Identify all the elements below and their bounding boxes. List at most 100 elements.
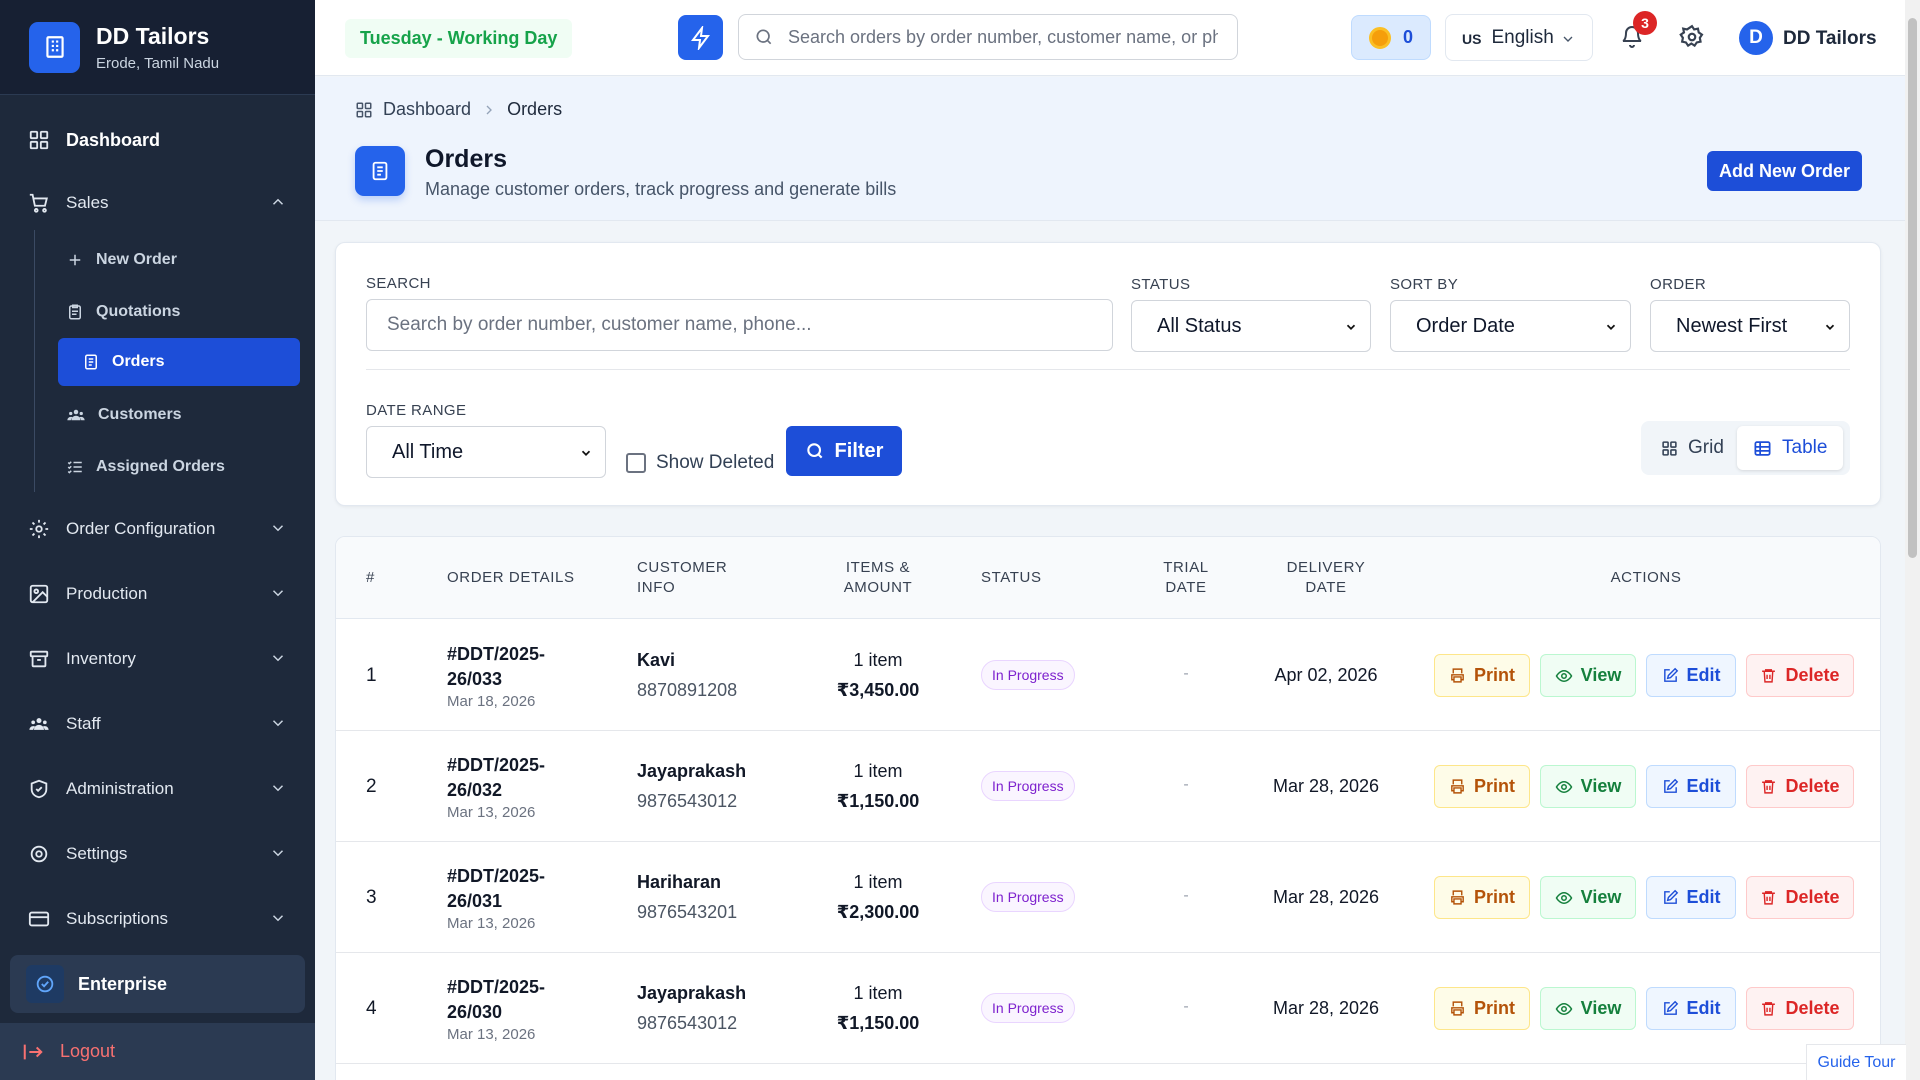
delete-button[interactable]: Delete — [1746, 876, 1854, 919]
sidebar-item-label: Subscriptions — [66, 909, 169, 928]
filter-button[interactable]: Filter — [786, 426, 902, 476]
customer-phone: 9876543201 — [637, 902, 738, 922]
column-header: CUSTOMER INFO — [637, 559, 728, 596]
print-button[interactable]: Print — [1434, 654, 1530, 697]
item-count: 1 item — [853, 761, 903, 781]
chevron-down-icon — [269, 584, 287, 602]
sidebar-item-label: Staff — [66, 714, 101, 733]
delete-button[interactable]: Delete — [1746, 987, 1854, 1030]
scrollbar-thumb[interactable] — [1908, 18, 1917, 558]
view-button[interactable]: View — [1540, 987, 1636, 1030]
sidebar-item-sales[interactable]: Sales — [0, 181, 315, 225]
add-new-order-button[interactable]: Add New Order — [1707, 151, 1862, 191]
table-row: 3 #DDT/2025-26/031 Mar 13, 2026 Harihara… — [336, 842, 1880, 953]
date-range-select[interactable]: All Time — [366, 426, 606, 478]
edit-button[interactable]: Edit — [1646, 765, 1736, 808]
sidebar-item-customers[interactable]: Customers — [58, 391, 300, 439]
coin-balance[interactable]: 0 — [1351, 15, 1431, 60]
edit-label: Edit — [1686, 776, 1721, 796]
chevron-down-icon — [1823, 320, 1837, 334]
grid-icon — [26, 127, 52, 153]
page-header: Dashboard Orders Orders Manage customer … — [315, 77, 1905, 221]
show-deleted-checkbox[interactable] — [626, 453, 646, 473]
avatar[interactable]: D — [1739, 21, 1773, 55]
delete-button[interactable]: Delete — [1746, 765, 1854, 808]
edit-button[interactable]: Edit — [1646, 876, 1736, 919]
shield-icon — [26, 776, 52, 802]
column-header: DELIVERY DATE — [1286, 559, 1366, 596]
delete-button[interactable]: Delete — [1746, 654, 1854, 697]
breadcrumb-dashboard[interactable]: Dashboard — [383, 99, 471, 120]
view-label: View — [1580, 665, 1622, 685]
sidebar-item-administration[interactable]: Administration — [0, 767, 315, 811]
table-view-button[interactable]: Table — [1737, 426, 1844, 470]
order-date: Mar 13, 2026 — [447, 1026, 536, 1043]
search-icon — [754, 27, 774, 47]
language-selector[interactable]: US English — [1445, 14, 1593, 61]
print-label: Print — [1473, 776, 1515, 796]
sidebar-item-production[interactable]: Production — [0, 572, 315, 616]
sidebar-item-label: Sales — [66, 193, 109, 212]
sidebar-item-subscriptions[interactable]: Subscriptions — [0, 897, 315, 941]
page-scrollbar[interactable] — [1905, 0, 1920, 1080]
delivery-date: Mar 28, 2026 — [1272, 887, 1380, 907]
customer-phone: 8870891208 — [637, 680, 738, 700]
order-amount: ₹2,300.00 — [836, 902, 920, 922]
printer-icon — [1449, 778, 1466, 795]
print-button[interactable]: Print — [1434, 987, 1530, 1030]
show-deleted-toggle[interactable]: Show Deleted — [626, 452, 774, 474]
order-number[interactable]: #DDT/2025-26/033 — [447, 642, 587, 692]
view-button[interactable]: View — [1540, 654, 1636, 697]
sidebar-item-order-configuration[interactable]: Order Configuration — [0, 507, 315, 551]
quick-action-button[interactable] — [678, 15, 723, 60]
delivery-date: Mar 28, 2026 — [1272, 998, 1380, 1018]
status-select[interactable]: All Status — [1131, 300, 1371, 352]
order-number[interactable]: #DDT/2025-26/031 — [447, 864, 587, 914]
eye-icon — [1555, 778, 1573, 796]
sidebar-item-staff[interactable]: Staff — [0, 702, 315, 746]
delete-label: Delete — [1785, 665, 1840, 685]
sort-select[interactable]: Order Date — [1390, 300, 1631, 352]
plan-badge[interactable]: Enterprise — [10, 955, 305, 1013]
order-date: Mar 13, 2026 — [447, 804, 536, 821]
edit-icon — [1662, 1000, 1679, 1017]
sidebar-item-label: Settings — [66, 844, 128, 863]
sidebar-item-assigned-orders[interactable]: Assigned Orders — [58, 443, 300, 491]
cog-icon — [26, 516, 52, 542]
order-select-value: Newest First — [1676, 314, 1788, 337]
order-number[interactable]: #DDT/2025-26/030 — [447, 975, 587, 1025]
sidebar-item-inventory[interactable]: Inventory — [0, 637, 315, 681]
grid-view-button[interactable]: Grid — [1645, 426, 1740, 470]
logout-button[interactable]: Logout — [0, 1023, 315, 1080]
column-header: ACTIONS — [1610, 569, 1682, 586]
table-header: # ORDER DETAILS CUSTOMER INFO ITEMS & AM… — [336, 537, 1880, 619]
status-badge: In Progress — [981, 993, 1075, 1023]
sidebar-item-dashboard[interactable]: Dashboard — [0, 118, 315, 162]
print-button[interactable]: Print — [1434, 765, 1530, 808]
global-search-input[interactable] — [788, 26, 1218, 48]
sidebar-item-new-order[interactable]: New Order — [58, 236, 300, 284]
view-button[interactable]: View — [1540, 876, 1636, 919]
print-button[interactable]: Print — [1434, 876, 1530, 919]
delivery-date: Apr 02, 2026 — [1274, 665, 1378, 685]
grid-icon — [1661, 440, 1678, 457]
sidebar-item-settings[interactable]: Settings — [0, 832, 315, 876]
chevron-down-icon — [269, 714, 287, 732]
sidebar-item-quotations[interactable]: Quotations — [58, 288, 300, 336]
delete-label: Delete — [1785, 887, 1840, 907]
building-icon — [29, 21, 80, 73]
edit-button[interactable]: Edit — [1646, 654, 1736, 697]
date-range-value: All Time — [392, 440, 464, 463]
printer-icon — [1449, 889, 1466, 906]
order-search-input[interactable] — [366, 299, 1113, 351]
guide-tour-button[interactable]: Guide Tour — [1806, 1044, 1906, 1080]
sidebar-item-orders[interactable]: Orders — [58, 338, 300, 386]
gear-icon[interactable] — [1679, 24, 1705, 50]
order-number[interactable]: #DDT/2025-26/032 — [447, 753, 587, 803]
column-header: TRIAL DATE — [1163, 559, 1209, 596]
user-name[interactable]: DD Tailors — [1783, 28, 1877, 50]
order-select[interactable]: Newest First — [1650, 300, 1850, 352]
view-button[interactable]: View — [1540, 765, 1636, 808]
edit-button[interactable]: Edit — [1646, 987, 1736, 1030]
sidebar-item-label: Assigned Orders — [96, 458, 225, 475]
